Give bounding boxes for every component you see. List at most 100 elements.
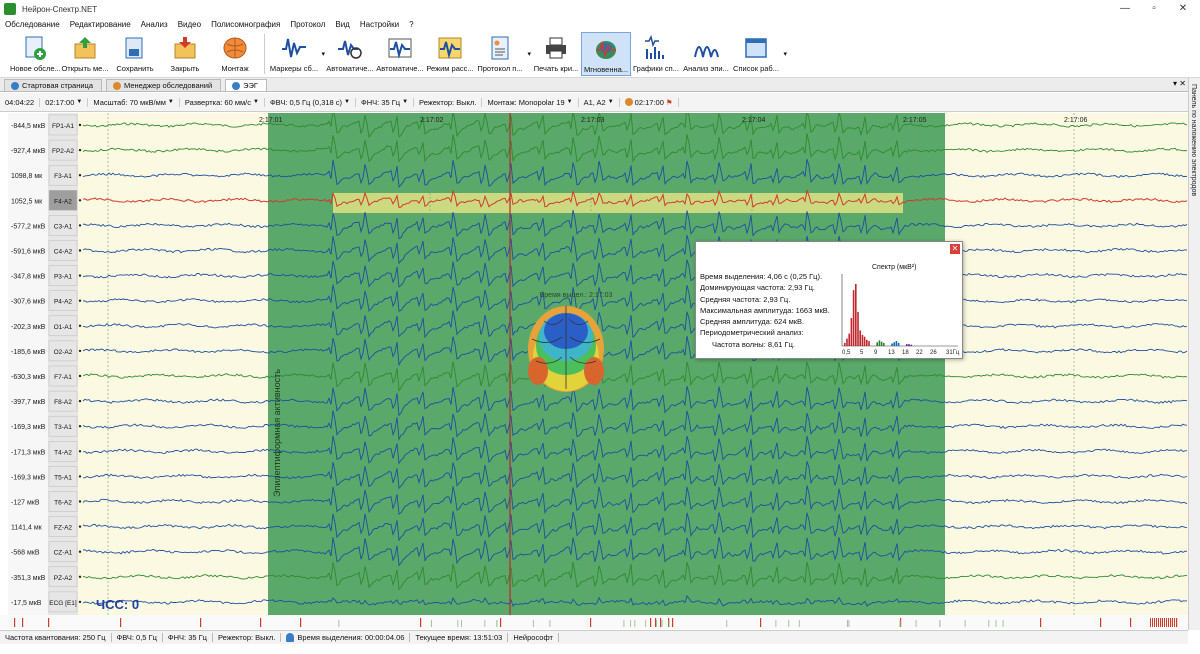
channel-name: PZ-A2 [54,575,73,582]
channel-name-column [48,113,78,615]
tab-exam-manager[interactable]: Менеджер обследований [106,79,222,91]
marker-time[interactable]: 02:17:00 ⚑ [620,97,679,107]
event-marker [634,620,636,627]
channel-name: P3-A1 [54,274,72,281]
close-icon[interactable]: ✕ [950,244,960,254]
save-button[interactable]: Сохранить [110,32,160,76]
open-icon [70,34,100,62]
position-select[interactable]: 02:17:00 ▼ [40,97,89,107]
event-marker [623,620,625,627]
sweep-select[interactable]: Развертка: 60 мм/с ▼ [180,97,265,107]
view-mode-button[interactable]: Режим расс... [425,32,475,76]
chevron-down-icon[interactable]: ▾ [783,50,787,58]
auto-detect-icon [385,34,415,62]
tab-start-page[interactable]: Стартовая страница [4,79,103,91]
epi-analysis-button[interactable]: Анализ эпи... [681,32,731,76]
menu-view[interactable]: Вид [330,20,354,29]
event-marker [988,620,990,627]
event-marker [1164,618,1165,627]
auto-analysis-button[interactable]: Автоматиче... [325,32,375,76]
electrode-panel[interactable]: Панель по наложению электродов [1188,78,1200,630]
status-lpf: ФНЧ: 35 Гц [163,633,213,642]
analysis-popup[interactable]: ✕ Время выделения: 4,06 с (0,25 Гц). Дом… [695,241,963,359]
view-mode-icon [435,34,465,62]
spectrum-tick-label: 26 [930,350,937,356]
lpf-select[interactable]: ФНЧ: 35 Гц ▼ [356,97,415,107]
tab-menu-icon[interactable]: ▾ ✕ [1173,79,1186,88]
notch-select[interactable]: Режектор: Выкл. [414,97,483,107]
channel-marker [78,575,82,578]
channel-name: F3-A1 [54,173,72,180]
event-marker [260,618,262,627]
auto-analysis-icon [335,34,365,62]
protocol-button[interactable]: Протокол п... ▾ [475,32,531,76]
event-marker [1150,618,1151,627]
chevron-down-icon: ▼ [167,99,174,105]
close-exam-button[interactable]: Закрыть [160,32,210,76]
app-logo-icon [4,3,16,15]
print-button[interactable]: Печать кри... [531,32,581,76]
close-window-button[interactable]: ✕ [1176,2,1190,16]
spectrum-bar [908,344,910,346]
tab-eeg[interactable]: ЭЭГ [225,79,267,91]
channel-value: -591,6 мкВ [11,249,46,256]
channel-value: -169,3 мкВ [11,474,46,481]
channel-name: F4-A2 [54,198,72,205]
status-notch: Режектор: Выкл. [213,633,282,642]
worklist-button[interactable]: Список раб... ▾ [731,32,787,76]
channel-value: -127 мкВ [11,500,40,507]
event-marker [726,620,728,627]
event-marker [1166,618,1167,627]
open-button[interactable]: Открыть ме... [60,32,110,76]
spectrum-tick-label: 9 [874,350,878,356]
time-tick-label: 2:17:01 [259,117,282,124]
montage-select[interactable]: Монтаж: Monopolar 19 ▼ [482,97,579,107]
epi-activity-label: Эпилептиформная активность [272,369,282,497]
minimize-button[interactable]: — [1118,2,1132,16]
event-marker [798,620,800,627]
channel-value: -630,3 мкВ [11,374,46,381]
menu-protocol[interactable]: Протокол [285,20,330,29]
auto-detect-button[interactable]: Автоматиче... [375,32,425,76]
spectrum-tick-label: 5 [860,350,864,356]
time-tick-label: 2:17:04 [742,117,765,124]
menu-edit[interactable]: Редактирование [65,20,136,29]
menu-video[interactable]: Видео [173,20,206,29]
maximize-button[interactable]: ▫ [1147,2,1161,16]
scale-select[interactable]: Масштаб: 70 мкВ/мм ▼ [88,97,180,107]
spectrum-bar [861,334,864,346]
spectrum-bar [878,340,881,346]
event-marker [460,620,462,627]
channel-name: ECG [E1] [49,600,77,607]
event-marker [915,620,917,627]
menu-help[interactable]: ? [404,20,418,29]
spectrum-tick-label: 13 [888,350,895,356]
markers-button[interactable]: Маркеры сб... ▾ [269,32,325,76]
toolbar: Новое обсле... Открыть ме... Сохранить З… [0,32,1200,78]
spectrum-graphs-button[interactable]: Графики сп... [631,32,681,76]
protocol-icon [485,34,515,62]
menu-analysis[interactable]: Анализ [136,20,173,29]
channel-marker [78,374,82,378]
channel-value: -577,2 мкВ [11,223,46,230]
instant-map-button[interactable]: Мгновенна... [581,32,631,76]
eeg-view[interactable]: 2:17:01 2:17:02 2:17:03 2:17:04 2:17:05 2:17:… [8,113,1188,615]
reference-select[interactable]: A1, A2 ▼ [579,97,620,107]
new-exam-button[interactable]: Новое обсле... [10,32,60,76]
hpf-select[interactable]: ФВЧ: 0,5 Гц (0,318 с) ▼ [265,97,356,107]
channel-marker [78,475,82,478]
montage-button[interactable]: Монтаж [210,32,260,76]
menu-settings[interactable]: Настройки [355,20,404,29]
selection-region[interactable] [268,113,945,615]
chevron-down-icon: ▼ [76,99,83,105]
channel-name: O1-A1 [54,324,73,331]
menu-polysomnography[interactable]: Полисомнография [206,20,285,29]
event-timeline[interactable] [0,615,1188,629]
event-marker [630,620,632,627]
time-tick-label: 2:17:03 [581,117,604,124]
toolbar-separator [264,34,265,74]
channel-name: P4-A2 [54,299,72,306]
spectrum-bar [859,330,861,346]
close-exam-icon [170,34,200,62]
menu-exam[interactable]: Обследование [0,20,65,29]
